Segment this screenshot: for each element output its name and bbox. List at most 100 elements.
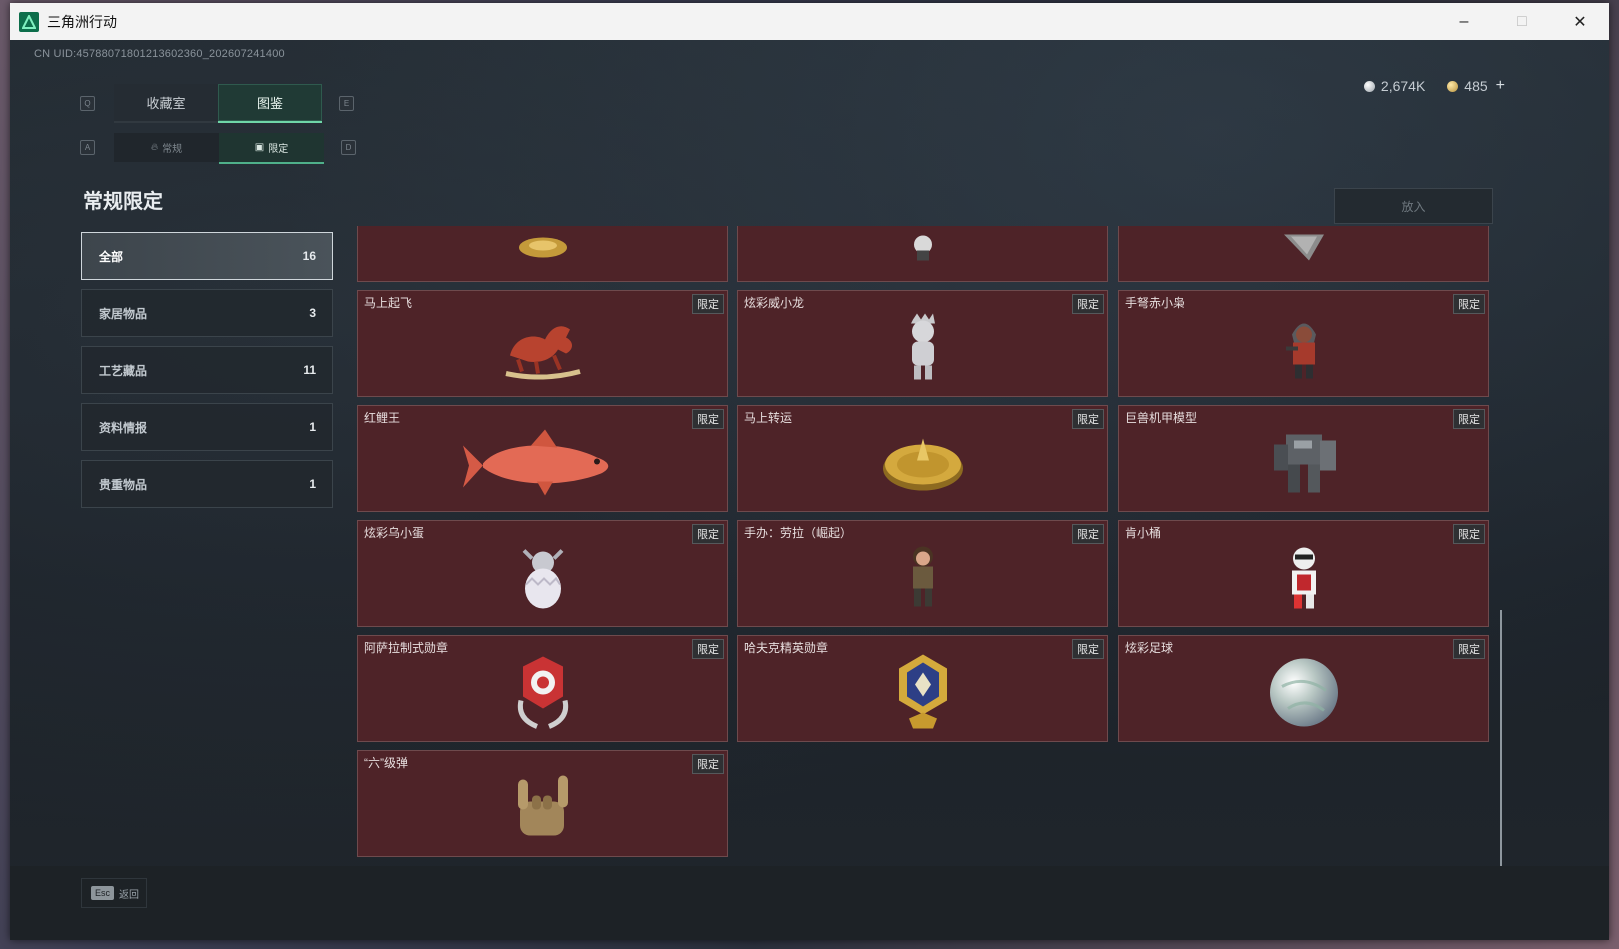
tab-regular[interactable]: 🔥︎ 常规: [114, 133, 219, 162]
category-count: 1: [309, 477, 316, 491]
item-card[interactable]: 马上转运 限定: [737, 405, 1108, 512]
uid-label: CN UID:457880718012136023​60_20260724140…: [34, 48, 285, 60]
limited-badge: 限定: [1453, 294, 1485, 314]
limited-badge: 限定: [1072, 639, 1104, 659]
category-count: 3: [309, 306, 316, 320]
item-card[interactable]: 马上起飞 限定: [357, 290, 728, 397]
item-name: “六”级弹: [364, 756, 408, 770]
limited-badge: 限定: [1072, 294, 1104, 314]
item-name: 肯小桶: [1125, 526, 1162, 540]
category-label: 工艺藏品: [99, 363, 148, 378]
silver-figure-icon: [903, 311, 943, 388]
category-count: 16: [302, 249, 316, 263]
photo-icon: ▣: [254, 142, 265, 153]
item-name: 红鲤王: [364, 411, 401, 425]
gold-currency: 485 +: [1447, 77, 1505, 95]
limited-badge: 限定: [1072, 409, 1104, 429]
item-card[interactable]: 炫彩足球 限定: [1118, 635, 1489, 742]
back-button[interactable]: Esc 返回: [81, 878, 147, 908]
silver-amount: 2,674K: [1380, 78, 1426, 94]
item-card[interactable]: 炫彩乌小蛋 限定: [357, 520, 728, 627]
silver-coin-icon: [1363, 80, 1375, 92]
grid-scrollbar[interactable]: [1500, 610, 1502, 873]
key-hint-prev-main: Q: [80, 96, 95, 111]
minimize-icon[interactable]: –: [1435, 3, 1493, 40]
item-card[interactable]: 肯小桶 限定: [1118, 520, 1489, 627]
tab-regular-label: 常规: [162, 144, 183, 155]
item-name: 炫彩足球: [1125, 641, 1174, 655]
app-window: 三角洲行动 – □ ✕ CN UID:457880718012136023​60…: [10, 3, 1609, 940]
title-bar: 三角洲行动 – □ ✕: [10, 3, 1609, 40]
red-horse-icon: [500, 315, 586, 384]
item-card[interactable]: 手办：劳拉（崛起） 限定: [737, 520, 1108, 627]
lara-figure-icon: [903, 542, 943, 617]
category-label: 全部: [99, 249, 124, 264]
category-sidebar: 全部 16 家居物品 3 工艺藏品 11 资料情报 1 贵重物品 1: [81, 232, 333, 517]
item-card[interactable]: 炫彩威小龙 限定: [737, 290, 1108, 397]
currency-bar: 2,674K 485 +: [1363, 77, 1505, 95]
hooded-figure-icon: [1284, 312, 1324, 387]
figure-icon: [908, 232, 938, 267]
category-crafts[interactable]: 工艺藏品 11: [81, 346, 333, 394]
gold-amount: 485: [1464, 78, 1488, 94]
tab-catalog[interactable]: 图鉴: [218, 84, 322, 123]
gold-dragon-icon: [513, 232, 573, 267]
item-card[interactable]: 手弩赤小枭 限定: [1118, 290, 1489, 397]
tab-limited-label: 限定: [268, 144, 289, 155]
item-card[interactable]: [1118, 226, 1489, 282]
bottom-bar: Esc 返回: [10, 866, 1609, 940]
item-card[interactable]: 哈夫克精英勋章 限定: [737, 635, 1108, 742]
key-hint-prev-sub: A: [80, 140, 95, 155]
category-label: 家居物品: [99, 306, 148, 321]
limited-badge: 限定: [1453, 639, 1485, 659]
item-card[interactable]: 巨兽机甲模型 限定: [1118, 405, 1489, 512]
page-title: 常规限定: [83, 191, 163, 213]
item-card[interactable]: [357, 226, 728, 282]
close-icon[interactable]: ✕: [1551, 3, 1609, 40]
limited-badge: 限定: [1453, 409, 1485, 429]
place-in-button[interactable]: 放入: [1334, 188, 1493, 224]
category-household[interactable]: 家居物品 3: [81, 289, 333, 337]
tab-limited[interactable]: ▣ 限定: [219, 133, 324, 164]
mech-icon: [1264, 422, 1344, 507]
limited-badge: 限定: [1072, 524, 1104, 544]
key-hint-next-sub: D: [341, 140, 356, 155]
item-name: 巨兽机甲模型: [1125, 411, 1198, 425]
limited-badge: 限定: [692, 409, 724, 429]
bucket-figure-icon: [1282, 542, 1326, 617]
item-name: 手办：劳拉（崛起）: [744, 526, 853, 540]
flame-icon: 🔥︎: [150, 142, 159, 153]
item-card[interactable]: 红鲤王 限定: [357, 405, 728, 512]
category-label: 贵重物品: [99, 477, 148, 492]
blade-icon: [1279, 232, 1329, 267]
asala-medal-icon: [513, 652, 573, 737]
item-name: 马上转运: [744, 411, 793, 425]
gold-disc-icon: [881, 430, 965, 499]
haavk-medal-icon: [895, 652, 951, 737]
maximize-icon[interactable]: □: [1493, 3, 1551, 40]
hand-sign-icon: [510, 771, 576, 848]
tab-collection-room[interactable]: 收藏室: [114, 84, 218, 123]
item-name: 哈夫克精英勋章: [744, 641, 829, 655]
category-count: 1: [309, 420, 316, 434]
limited-badge: 限定: [692, 754, 724, 774]
silver-currency: 2,674K: [1363, 78, 1426, 94]
item-card[interactable]: [737, 226, 1108, 282]
item-grid-viewport[interactable]: 马上起飞 限定 炫彩威小龙 限定 手弩赤小枭 限定 红鲤王 限定 马上转运 限定…: [357, 226, 1507, 873]
category-label: 资料情报: [99, 420, 148, 435]
item-card[interactable]: 阿萨拉制式勋章 限定: [357, 635, 728, 742]
limited-badge: 限定: [1453, 524, 1485, 544]
category-all[interactable]: 全部 16: [81, 232, 333, 280]
back-label: 返回: [119, 889, 140, 901]
add-currency-button[interactable]: +: [1496, 77, 1505, 95]
category-intel[interactable]: 资料情报 1: [81, 403, 333, 451]
item-name: 炫彩乌小蛋: [364, 526, 425, 540]
limited-badge: 限定: [692, 294, 724, 314]
item-card[interactable]: “六”级弹 限定: [357, 750, 728, 857]
category-valuables[interactable]: 贵重物品 1: [81, 460, 333, 508]
item-name: 炫彩威小龙: [744, 296, 805, 310]
koi-fish-icon: [461, 427, 625, 502]
key-hint-next-main: E: [339, 96, 354, 111]
gold-coin-icon: [1447, 80, 1459, 92]
app-logo-icon: [19, 11, 39, 32]
